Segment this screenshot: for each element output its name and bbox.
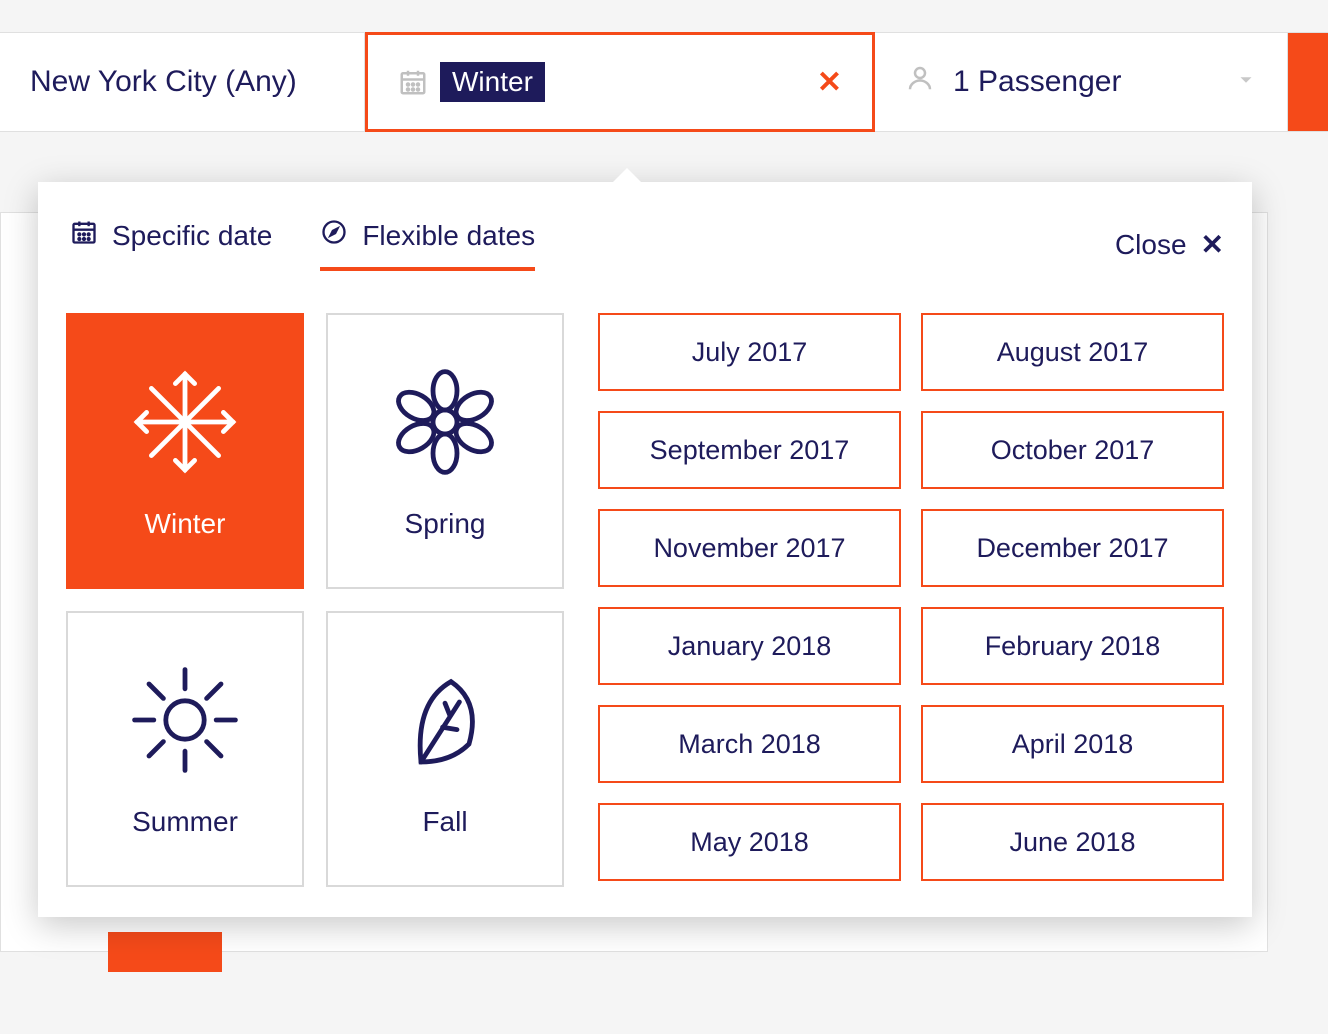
calendar-icon bbox=[70, 218, 98, 253]
tab-flexible-dates[interactable]: Flexible dates bbox=[320, 218, 535, 271]
chevron-down-icon bbox=[1235, 65, 1257, 99]
month-button[interactable]: November 2017 bbox=[598, 509, 901, 587]
month-button[interactable]: September 2017 bbox=[598, 411, 901, 489]
month-button[interactable]: August 2017 bbox=[921, 313, 1224, 391]
season-label: Summer bbox=[132, 806, 238, 838]
date-picker-popover: Specific date Flexible dates Close ✕ bbox=[38, 182, 1252, 917]
season-card-spring[interactable]: Spring bbox=[326, 313, 564, 589]
close-icon: ✕ bbox=[1201, 228, 1224, 261]
passenger-value: 1 Passenger bbox=[953, 65, 1121, 99]
season-label: Winter bbox=[145, 508, 226, 540]
destination-field[interactable]: New York City (Any) bbox=[0, 33, 365, 131]
search-submit-fragment[interactable] bbox=[1288, 33, 1328, 131]
month-button[interactable]: July 2017 bbox=[598, 313, 901, 391]
month-button[interactable]: October 2017 bbox=[921, 411, 1224, 489]
season-card-summer[interactable]: Summer bbox=[66, 611, 304, 887]
clear-date-icon[interactable]: ✕ bbox=[817, 65, 842, 100]
month-button[interactable]: February 2018 bbox=[921, 607, 1224, 685]
compass-icon bbox=[320, 218, 348, 253]
season-card-winter[interactable]: Winter bbox=[66, 313, 304, 589]
season-label: Fall bbox=[422, 806, 467, 838]
month-button[interactable]: April 2018 bbox=[921, 705, 1224, 783]
flexible-dates-content: Winter Spring bbox=[66, 313, 1224, 887]
backdrop-button-fragment bbox=[108, 932, 222, 972]
date-field[interactable]: Winter ✕ bbox=[365, 32, 875, 132]
flower-icon bbox=[385, 362, 505, 482]
date-value-pill: Winter bbox=[440, 62, 545, 102]
seasons-grid: Winter Spring bbox=[66, 313, 564, 887]
calendar-icon bbox=[398, 67, 428, 97]
months-grid: July 2017 August 2017 September 2017 Oct… bbox=[598, 313, 1224, 887]
season-label: Spring bbox=[405, 508, 486, 540]
destination-value: New York City (Any) bbox=[30, 65, 297, 99]
snowflake-icon bbox=[125, 362, 245, 482]
sun-icon bbox=[125, 660, 245, 780]
search-bar: New York City (Any) Winter ✕ bbox=[0, 32, 1328, 132]
close-label: Close bbox=[1115, 229, 1187, 261]
passenger-field[interactable]: 1 Passenger bbox=[875, 33, 1288, 131]
tab-specific-date[interactable]: Specific date bbox=[70, 218, 272, 271]
month-button[interactable]: May 2018 bbox=[598, 803, 901, 881]
leaf-icon bbox=[385, 660, 505, 780]
tab-label: Flexible dates bbox=[362, 220, 535, 252]
month-button[interactable]: June 2018 bbox=[921, 803, 1224, 881]
month-button[interactable]: January 2018 bbox=[598, 607, 901, 685]
season-card-fall[interactable]: Fall bbox=[326, 611, 564, 887]
date-tabs: Specific date Flexible dates Close ✕ bbox=[66, 218, 1224, 271]
month-button[interactable]: March 2018 bbox=[598, 705, 901, 783]
person-icon bbox=[905, 63, 935, 101]
month-button[interactable]: December 2017 bbox=[921, 509, 1224, 587]
tab-label: Specific date bbox=[112, 220, 272, 252]
close-button[interactable]: Close ✕ bbox=[1115, 228, 1224, 261]
